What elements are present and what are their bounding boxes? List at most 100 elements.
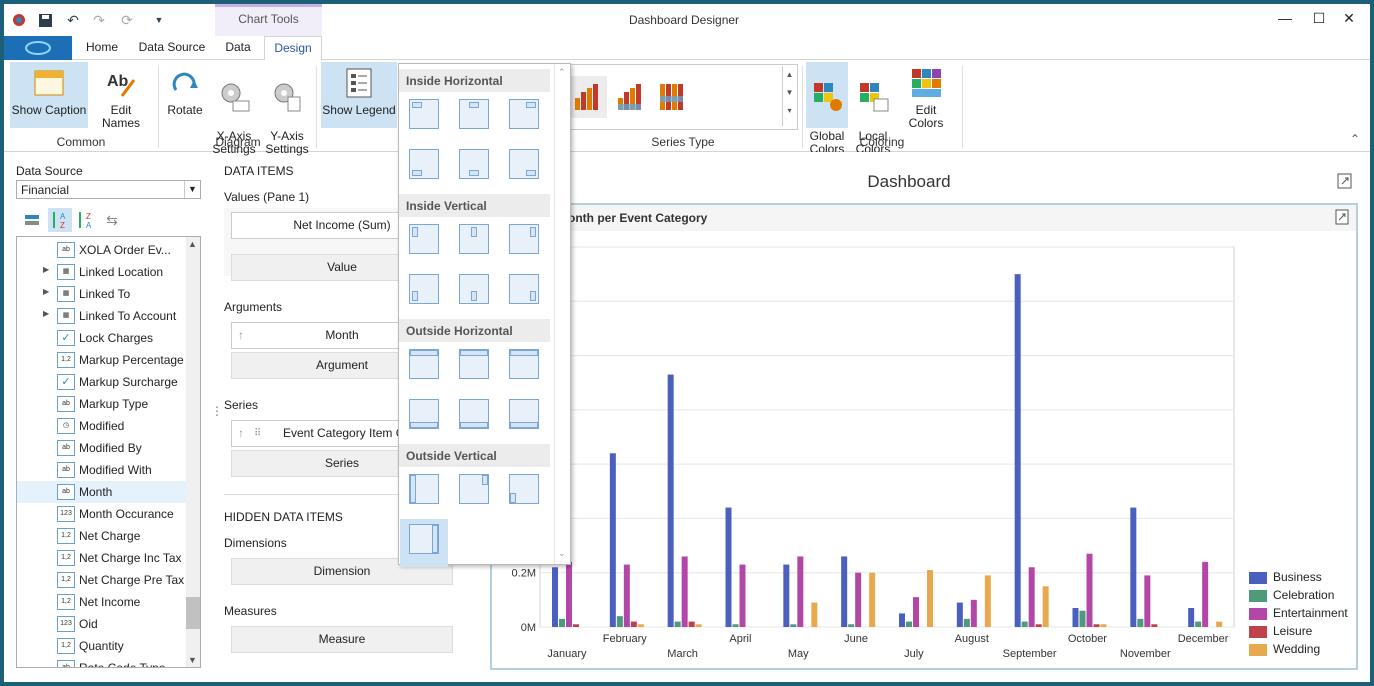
field-list-item[interactable]: Month [79,481,112,503]
tab-design[interactable]: Design [264,36,322,61]
customize-qat-icon[interactable]: ▼ [150,11,168,29]
gallery-scroll[interactable]: ▲ ▼ ▾ [782,66,796,126]
legend-position-option[interactable] [500,344,548,384]
legend-position-option[interactable] [450,469,498,509]
edit-names-button[interactable]: Ab Edit Names [90,62,152,130]
bar-wedding [869,572,876,627]
field-list-item[interactable]: Markup Type [79,393,148,415]
field-list-item[interactable]: Linked To [79,283,130,305]
bar-celebration [1137,618,1144,627]
refresh-fields-icon[interactable]: ⇆ [100,208,124,232]
field-list-item[interactable]: Modified By [79,437,142,459]
field-list-item[interactable]: Modified With [79,459,152,481]
legend-position-option[interactable] [500,469,548,509]
legend-position-option[interactable] [500,144,548,184]
legend-position-option[interactable] [400,269,448,309]
scroll-down-icon[interactable]: ⌄ [558,548,566,559]
sort-ascending-icon[interactable]: AZ [48,208,72,232]
field-list-item[interactable]: Rate Code Type [79,657,166,667]
legend-position-option[interactable] [450,344,498,384]
legend-position-option[interactable] [400,469,448,509]
legend-position-option[interactable] [400,219,448,259]
rotate-button[interactable]: Rotate [164,62,206,128]
legend-position-option[interactable] [500,269,548,309]
field-list-item[interactable]: Net Charge Inc Tax [79,547,182,569]
dropdown-scrollbar[interactable]: ⌃ ⌄ [554,64,570,564]
field-list-item[interactable]: Month Occurance [79,503,174,525]
export-chart-icon[interactable] [1334,209,1350,225]
show-caption-button[interactable]: Show Caption [10,62,88,128]
tab-home[interactable]: Home [82,40,122,60]
field-list-item[interactable]: Net Charge Pre Tax [79,569,184,591]
x-tick-label: March [667,648,698,660]
scroll-up-icon[interactable]: ⌃ [558,67,566,78]
group-by-type-icon[interactable] [22,210,42,230]
minimize-button[interactable]: — [1271,10,1299,30]
legend-position-option[interactable] [450,269,498,309]
legend-position-option[interactable] [450,394,498,434]
caption-icon [32,66,66,100]
local-colors-button[interactable]: Local Colors [852,62,894,156]
data-source-select[interactable]: Financial ▼ [16,180,201,199]
field-list-item[interactable]: XOLA Order Ev... [79,239,171,261]
scroll-down-icon[interactable]: ▼ [188,655,197,665]
bar-business [1130,507,1137,627]
legend-position-option[interactable] [450,144,498,184]
scroll-up-icon[interactable]: ▲ [188,239,197,249]
close-button[interactable]: ✕ [1335,10,1363,30]
y-axis-settings-button[interactable]: Y-Axis Settings [262,62,312,156]
field-list-item[interactable]: Linked Location [79,261,163,283]
series-bar-option[interactable] [569,76,607,118]
collapse-ribbon-icon[interactable]: ⌃ [1350,132,1360,146]
field-list-item[interactable]: Net Income [79,591,140,613]
legend-position-option[interactable] [500,394,548,434]
edit-colors-label: Edit Colors [908,103,944,130]
bar-celebration [674,621,681,627]
show-legend-button[interactable]: Show Legend [321,62,397,128]
edit-colors-button[interactable]: Edit Colors [898,62,954,130]
chevron-down-icon[interactable]: ▼ [184,181,200,198]
expand-arrow-icon[interactable]: ▶ [43,309,49,318]
tab-data-source[interactable]: Data Source [136,40,208,60]
series-stacked-bar-option[interactable] [612,76,650,118]
measure-placeholder[interactable]: Measure [231,626,453,653]
series-full-stacked-bar-option[interactable] [654,76,692,118]
export-dashboard-icon[interactable] [1336,172,1354,190]
field-list-item[interactable]: Net Charge [79,525,140,547]
field-list-item[interactable]: Linked To Account [79,305,176,327]
global-colors-button[interactable]: Global Colors [806,62,848,156]
legend-position-icon [459,99,489,129]
legend-position-option[interactable] [500,94,548,134]
field-list-item[interactable]: Oid [79,613,98,635]
splitter-handle[interactable]: ⋮ [211,404,223,418]
redo-icon[interactable]: ↷ [90,11,108,29]
bar-business [552,567,558,627]
field-list-item[interactable]: Modified [79,415,124,437]
legend-position-option[interactable] [400,144,448,184]
refresh-icon[interactable]: ⟳ [118,11,136,29]
legend-position-option[interactable] [400,394,448,434]
expand-arrow-icon[interactable]: ▶ [43,287,49,296]
field-list-item[interactable]: Markup Surcharge [79,371,178,393]
bar-business [725,507,732,627]
legend-position-option[interactable] [400,344,448,384]
field-list-scrollbar[interactable]: ▲ ▼ [186,237,200,667]
legend-position-option[interactable] [450,94,498,134]
x-axis-settings-button[interactable]: X-Axis Settings [210,62,258,156]
legend-position-option[interactable] [450,219,498,259]
field-list-item[interactable]: Quantity [79,635,124,657]
legend-position-option[interactable] [400,94,448,134]
legend-position-option[interactable] [500,219,548,259]
field-list-item[interactable]: Lock Charges [79,327,153,349]
tab-data[interactable]: Data [220,40,256,60]
sort-descending-icon[interactable]: ZA [74,208,98,232]
scroll-thumb[interactable] [186,597,200,629]
file-tab[interactable] [4,36,72,60]
undo-icon[interactable]: ↶ [64,11,82,29]
group-common-label: Common [56,135,106,149]
maximize-button[interactable]: ☐ [1305,10,1333,30]
field-list-item[interactable]: Markup Percentage [79,349,184,371]
expand-arrow-icon[interactable]: ▶ [43,265,49,274]
legend-position-option[interactable] [400,519,448,567]
save-icon[interactable] [36,11,54,29]
